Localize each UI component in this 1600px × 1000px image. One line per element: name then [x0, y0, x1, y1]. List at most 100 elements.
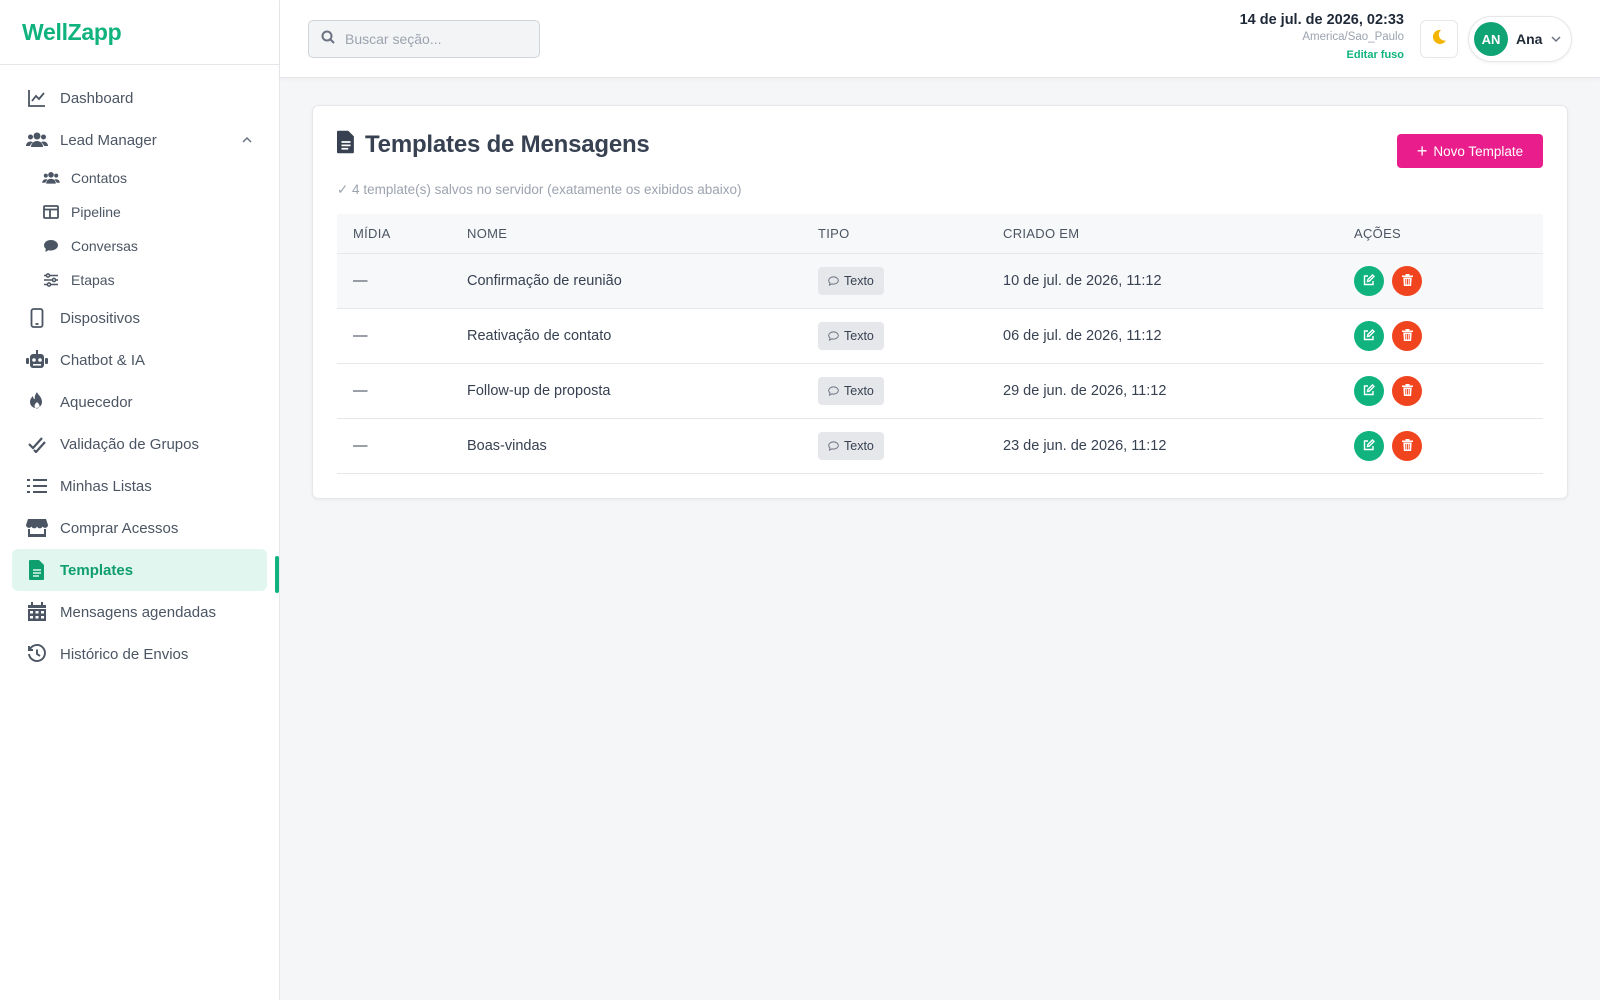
cell-type: Texto	[818, 267, 1003, 295]
new-template-button[interactable]: + Novo Template	[1397, 134, 1543, 168]
search-box[interactable]	[308, 20, 540, 58]
list-icon	[26, 475, 48, 497]
topbar: 14 de jul. de 2026, 02:33 America/Sao_Pa…	[280, 0, 1600, 78]
chat-bubble-icon	[42, 237, 60, 255]
cell-type: Texto	[818, 432, 1003, 460]
cell-created: 29 de jun. de 2026, 11:12	[1003, 383, 1167, 399]
file-icon	[337, 130, 355, 159]
users-icon	[42, 169, 60, 187]
sidebar-item-label: Comprar Acessos	[60, 519, 179, 537]
search-input[interactable]	[345, 31, 525, 47]
sidebar-item-label: Etapas	[71, 272, 115, 288]
robot-icon	[26, 349, 48, 371]
user-menu[interactable]: AN Ana	[1468, 16, 1572, 62]
timezone-label: America/Sao_Paulo	[1302, 31, 1404, 43]
sidebar-item-comprar-acessos[interactable]: Comprar Acessos	[12, 507, 267, 549]
sidebar-item-historico-envios[interactable]: Histórico de Envios	[12, 633, 267, 675]
sidebar-item-label: Histórico de Envios	[60, 645, 189, 663]
sidebar-item-dispositivos[interactable]: Dispositivos	[12, 297, 267, 339]
column-header-actions: AÇÕES	[1354, 226, 1402, 241]
sidebar-item-aquecedor[interactable]: Aquecedor	[12, 381, 267, 423]
double-check-icon	[26, 433, 48, 455]
cell-name: Reativação de contato	[467, 328, 612, 344]
cell-created: 06 de jul. de 2026, 11:12	[1003, 328, 1162, 344]
sidebar-item-label: Mensagens agendadas	[60, 603, 216, 621]
sidebar-item-minhas-listas[interactable]: Minhas Listas	[12, 465, 267, 507]
store-icon	[26, 517, 48, 539]
type-label: Texto	[844, 384, 874, 398]
trash-icon	[1401, 328, 1413, 344]
trash-icon	[1401, 383, 1413, 399]
cell-media: —	[353, 383, 368, 399]
column-header-type: TIPO	[818, 226, 850, 241]
calendar-icon	[26, 601, 48, 623]
sidebar-item-validacao-grupos[interactable]: Validação de Grupos	[12, 423, 267, 465]
type-badge: Texto	[818, 377, 884, 405]
type-label: Texto	[844, 329, 874, 343]
theme-toggle-button[interactable]	[1420, 20, 1458, 58]
sidebar: WellZapp Dashboard Lead Manager Contatos	[0, 0, 280, 1000]
delete-button[interactable]	[1392, 376, 1422, 406]
table-header: MÍDIA NOME TIPO CRIADO EM AÇÕES	[337, 214, 1543, 254]
moon-icon	[1431, 29, 1447, 49]
table-row: — Follow-up de proposta Texto 29 de jun.…	[337, 364, 1543, 419]
cell-name: Boas-vindas	[467, 438, 547, 454]
cell-created: 23 de jun. de 2026, 11:12	[1003, 438, 1167, 454]
file-icon	[26, 559, 48, 581]
delete-button[interactable]	[1392, 431, 1422, 461]
delete-button[interactable]	[1392, 321, 1422, 351]
sidebar-item-templates[interactable]: Templates	[12, 549, 267, 591]
sidebar-item-lead-manager[interactable]: Lead Manager	[12, 119, 267, 161]
sidebar-item-label: Pipeline	[71, 204, 121, 220]
cell-actions	[1354, 376, 1543, 406]
type-label: Texto	[844, 274, 874, 288]
edit-button[interactable]	[1354, 266, 1384, 296]
type-badge: Texto	[818, 432, 884, 460]
columns-icon	[42, 203, 60, 221]
sidebar-item-mensagens-agendadas[interactable]: Mensagens agendadas	[12, 591, 267, 633]
cell-actions	[1354, 321, 1543, 351]
brand-logo[interactable]: WellZapp	[0, 0, 279, 65]
sidebar-item-label: Templates	[60, 561, 134, 579]
edit-icon	[1363, 328, 1375, 344]
sidebar-item-label: Minhas Listas	[60, 477, 152, 495]
chevron-down-icon	[1550, 33, 1562, 45]
active-indicator	[275, 556, 279, 593]
templates-table: MÍDIA NOME TIPO CRIADO EM AÇÕES — Confir…	[337, 214, 1543, 474]
edit-button[interactable]	[1354, 376, 1384, 406]
user-name: Ana	[1516, 31, 1543, 47]
cell-created: 10 de jul. de 2026, 11:12	[1003, 273, 1162, 289]
sidebar-item-dashboard[interactable]: Dashboard	[12, 77, 267, 119]
sidebar-item-pipeline[interactable]: Pipeline	[42, 195, 279, 229]
sidebar-item-label: Validação de Grupos	[60, 435, 199, 453]
chart-line-icon	[26, 87, 48, 109]
sidebar-item-label: Aquecedor	[60, 393, 133, 411]
sidebar-item-conversas[interactable]: Conversas	[42, 229, 279, 263]
edit-button[interactable]	[1354, 431, 1384, 461]
avatar: AN	[1474, 22, 1508, 56]
saved-status-note: ✓ 4 template(s) salvos no servidor (exat…	[337, 182, 742, 197]
cell-media: —	[353, 328, 368, 344]
mobile-icon	[26, 307, 48, 329]
search-icon	[321, 30, 335, 49]
edit-button[interactable]	[1354, 321, 1384, 351]
edit-icon	[1363, 273, 1375, 289]
datetime-display: 14 de jul. de 2026, 02:33 America/Sao_Pa…	[1240, 12, 1404, 61]
chevron-up-icon[interactable]	[241, 133, 253, 150]
type-badge: Texto	[818, 322, 884, 350]
column-header-created: CRIADO EM	[1003, 226, 1080, 241]
sidebar-item-etapas[interactable]: Etapas	[42, 263, 279, 297]
templates-card: Templates de Mensagens + Novo Template ✓…	[312, 105, 1568, 499]
cell-media: —	[353, 438, 368, 454]
sidebar-item-chatbot[interactable]: Chatbot & IA	[12, 339, 267, 381]
new-template-label: Novo Template	[1433, 143, 1524, 159]
sidebar-item-contatos[interactable]: Contatos	[42, 161, 279, 195]
trash-icon	[1401, 438, 1413, 454]
card-header: Templates de Mensagens	[337, 130, 650, 159]
sidebar-item-label: Lead Manager	[60, 131, 157, 149]
sliders-icon	[42, 271, 60, 289]
page-title: Templates de Mensagens	[365, 130, 650, 158]
edit-timezone-link[interactable]: Editar fuso	[1240, 49, 1404, 61]
sidebar-nav: Dashboard Lead Manager Contatos Pipeline	[0, 65, 279, 675]
delete-button[interactable]	[1392, 266, 1422, 296]
